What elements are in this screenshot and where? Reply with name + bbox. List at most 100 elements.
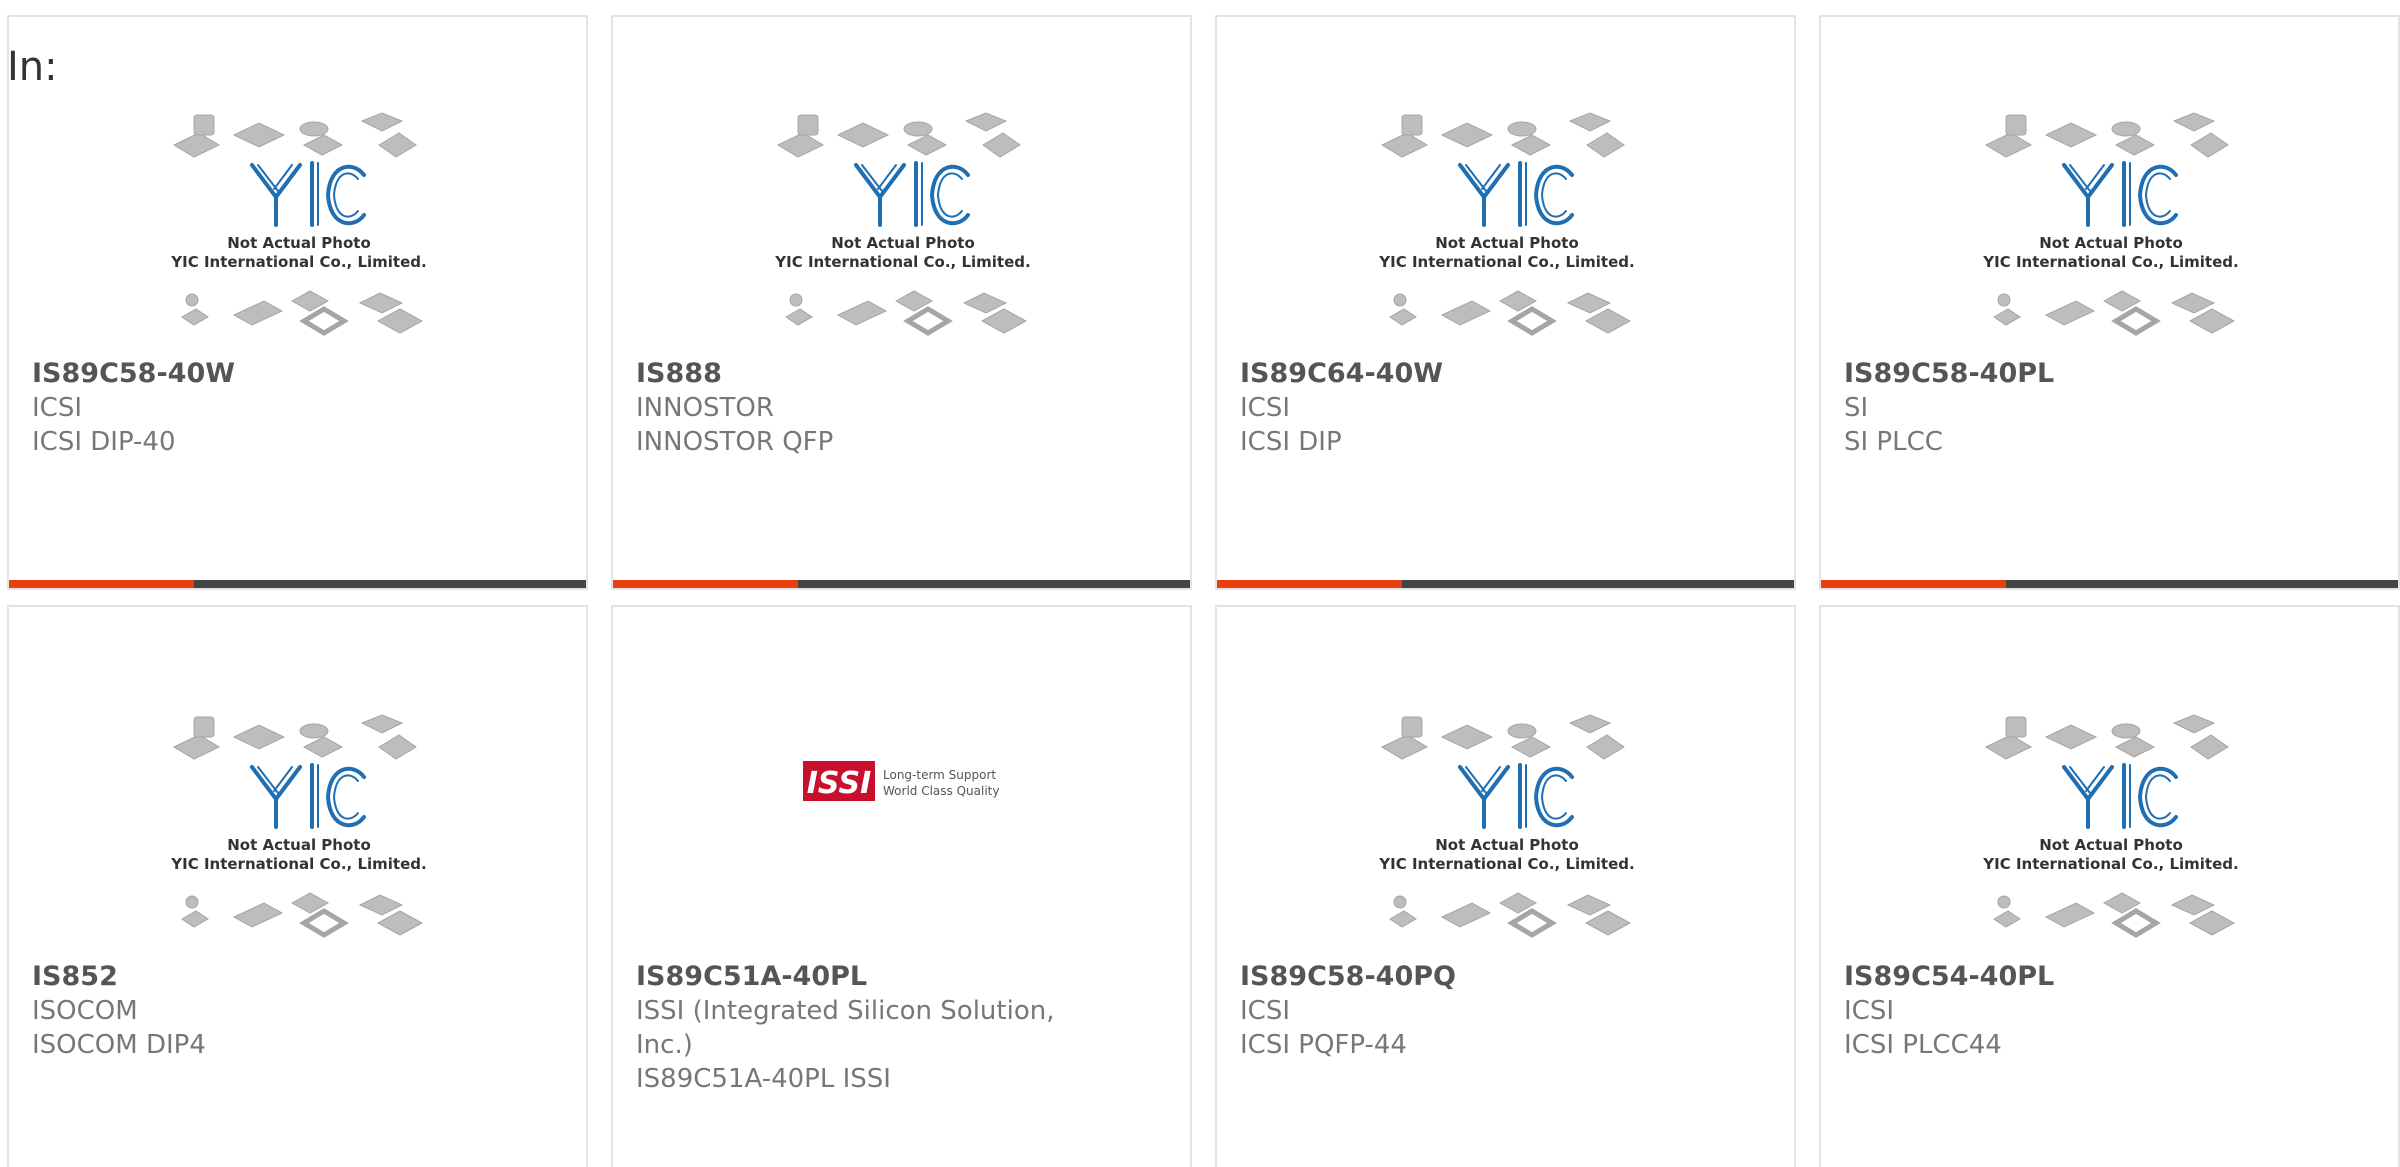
part-number[interactable]: IS888: [636, 357, 1056, 391]
part-number[interactable]: IS852: [32, 960, 452, 994]
chip-icon: [358, 894, 404, 916]
product-card[interactable]: Not Actual Photo YIC International Co., …: [1819, 605, 2400, 1167]
issi-tagline-1: Long-term Support: [883, 768, 996, 782]
chip-icon: [1380, 734, 1429, 760]
placeholder-line-1: Not Actual Photo: [1435, 836, 1579, 854]
issi-logo-image: ISSI Long-term Support World Class Quali…: [803, 757, 1013, 807]
part-number[interactable]: IS89C64-40W: [1240, 357, 1660, 391]
chip-icon: [232, 902, 284, 928]
chip-icon: [1393, 895, 1407, 909]
product-card[interactable]: Not Actual Photo YIC International Co., …: [611, 15, 1192, 590]
filter-label: In:: [7, 44, 58, 90]
chip-icon: [785, 308, 813, 326]
placeholder-image: Not Actual Photo YIC International Co., …: [164, 707, 434, 957]
bar-accent: [1821, 580, 2006, 588]
chip-icon: [1393, 293, 1407, 307]
chip-icon: [378, 734, 417, 760]
chip-icon: [1440, 300, 1492, 326]
yic-placeholder-graphic: Not Actual Photo YIC International Co., …: [1982, 112, 2239, 336]
product-card[interactable]: Not Actual Photo YIC International Co., …: [7, 15, 588, 590]
chip-icon: [1568, 714, 1612, 734]
chip-icon: [378, 132, 417, 158]
product-card[interactable]: Not Actual Photo YIC International Co., …: [1215, 15, 1796, 590]
chip-icon: [2044, 724, 2098, 750]
chip-icon: [1507, 908, 1557, 938]
chip-icon: [2114, 134, 2156, 156]
chip-icon: [299, 908, 349, 938]
chip-icon: [376, 308, 424, 334]
chip-icon: [1510, 736, 1552, 758]
part-number[interactable]: IS89C54-40PL: [1844, 960, 2264, 994]
part-number[interactable]: IS89C51A-40PL: [636, 960, 1056, 994]
product-card[interactable]: Not Actual Photo YIC International Co., …: [1819, 15, 2400, 590]
placeholder-line-2: YIC International Co., Limited.: [1378, 855, 1634, 873]
chip-icon: [360, 714, 404, 734]
package: IS89C51A-40PL ISSI: [636, 1064, 891, 1094]
part-number[interactable]: IS89C58-40W: [32, 357, 452, 391]
placeholder-line-2: YIC International Co., Limited.: [170, 855, 426, 873]
chip-icon: [1440, 122, 1494, 148]
yic-logo: [2062, 763, 2178, 829]
chip-icon: [1566, 894, 1612, 916]
part-number[interactable]: IS89C58-40PQ: [1240, 960, 1660, 994]
yic-logo: [1458, 763, 1574, 829]
chip-icon: [2111, 306, 2161, 336]
placeholder-line-2: YIC International Co., Limited.: [1378, 253, 1634, 271]
chip-icon: [302, 736, 344, 758]
chip-icon: [2111, 723, 2141, 739]
product-info: IS852 ISOCOM ISOCOM DIP4: [32, 960, 452, 1062]
yic-logo: [250, 763, 366, 829]
chip-icon: [1510, 134, 1552, 156]
chip-icon: [172, 132, 221, 158]
product-info: IS89C58-40PQ ICSI ICSI PQFP-44: [1240, 960, 1660, 1062]
card-bottom-bar: [9, 580, 586, 588]
chip-icon: [1401, 716, 1423, 738]
chip-icon: [2111, 121, 2141, 137]
placeholder-line-1: Not Actual Photo: [831, 234, 975, 252]
chip-icon: [1984, 734, 2033, 760]
product-info: IS89C58-40W ICSI ICSI DIP-40: [32, 357, 452, 459]
chip-icon: [1584, 910, 1632, 936]
placeholder-image: Not Actual Photo YIC International Co., …: [1976, 105, 2246, 355]
manufacturer: ICSI: [1844, 996, 1894, 1026]
chip-icon: [2170, 292, 2216, 314]
chip-icon: [1993, 308, 2021, 326]
chip-icon: [903, 306, 953, 336]
package: ICSI DIP: [1240, 427, 1342, 457]
chip-icon: [2188, 910, 2236, 936]
chip-icon: [1440, 902, 1492, 928]
chip-icon: [1984, 132, 2033, 158]
placeholder-image: Not Actual Photo YIC International Co., …: [1976, 707, 2246, 957]
chip-icon: [2111, 908, 2161, 938]
yic-logo: [854, 161, 970, 227]
chip-icon: [185, 293, 199, 307]
package: SI PLCC: [1844, 427, 1943, 457]
product-card[interactable]: Not Actual Photo YIC International Co., …: [7, 605, 588, 1167]
product-grid: Not Actual Photo YIC International Co., …: [7, 15, 2400, 1167]
chip-icon: [1507, 306, 1557, 336]
chip-icon: [2044, 122, 2098, 148]
chip-icon: [836, 122, 890, 148]
product-card[interactable]: ISSI Long-term Support World Class Quali…: [611, 605, 1192, 1167]
part-number[interactable]: IS89C58-40PL: [1844, 357, 2264, 391]
placeholder-line-2: YIC International Co., Limited.: [1982, 253, 2238, 271]
product-info: IS89C54-40PL ICSI ICSI PLCC44: [1844, 960, 2264, 1062]
chip-icon: [1380, 132, 1429, 158]
chip-icon: [962, 292, 1008, 314]
placeholder-line-1: Not Actual Photo: [2039, 234, 2183, 252]
bar-accent: [613, 580, 798, 588]
bar-accent: [1217, 580, 1402, 588]
placeholder-image: Not Actual Photo YIC International Co., …: [1372, 105, 1642, 355]
chip-icon: [2188, 308, 2236, 334]
product-info: IS888 INNOSTOR INNOSTOR QFP: [636, 357, 1056, 459]
chip-icon: [299, 723, 329, 739]
chip-icon: [1997, 895, 2011, 909]
chip-icon: [358, 292, 404, 314]
chip-icon: [299, 121, 329, 137]
product-card[interactable]: Not Actual Photo YIC International Co., …: [1215, 605, 1796, 1167]
placeholder-image: Not Actual Photo YIC International Co., …: [768, 105, 1038, 355]
chip-icon: [2044, 902, 2096, 928]
chip-icon: [2172, 714, 2216, 734]
manufacturer: ISOCOM: [32, 996, 138, 1026]
yic-placeholder-graphic: Not Actual Photo YIC International Co., …: [774, 112, 1031, 336]
